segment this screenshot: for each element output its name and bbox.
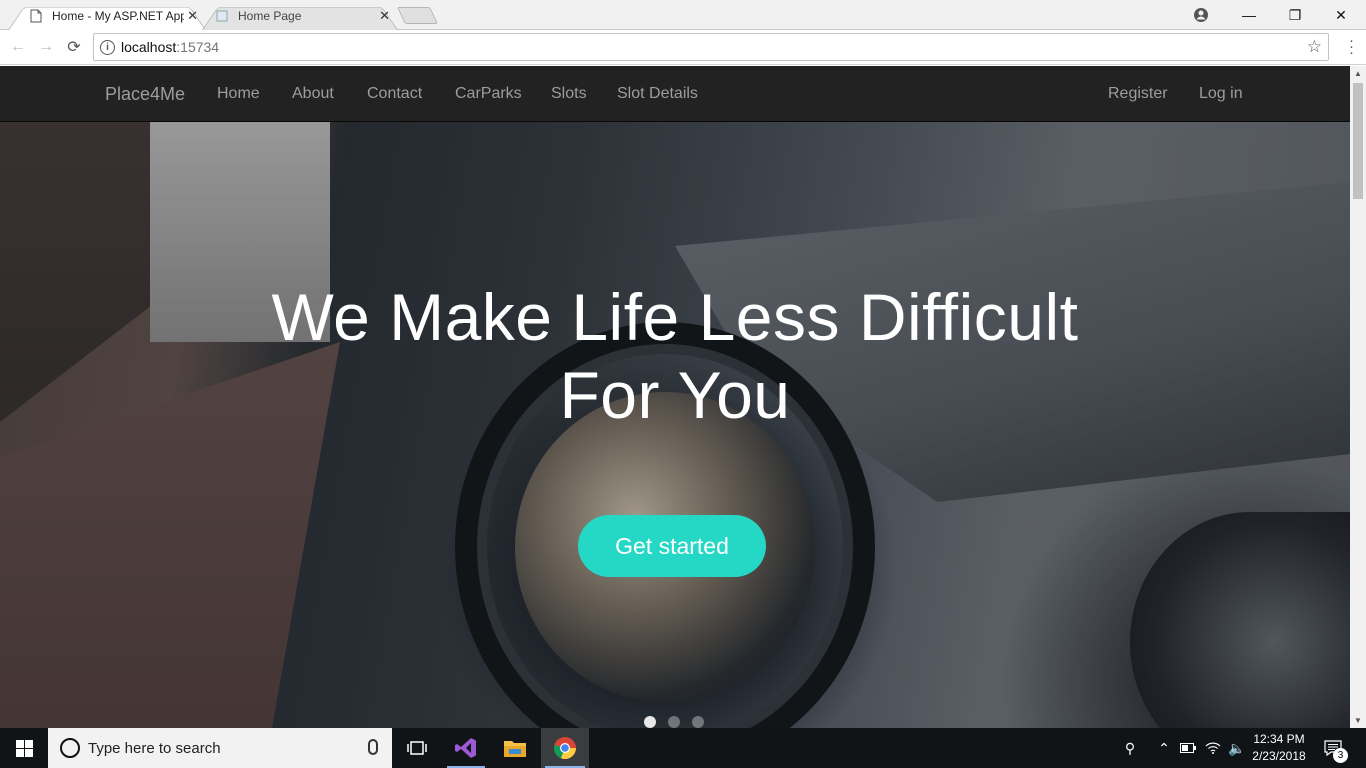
volume-icon[interactable]: 🔈 [1225,728,1249,768]
windows-start-icon[interactable] [0,728,48,768]
page-icon [30,9,42,23]
browser-toolbar: ← → ⟳ i localhost:15734 ☆ · · · [0,30,1366,65]
page-viewport: Place4Me Home About Contact CarParks Slo… [0,66,1350,728]
carousel-dot[interactable] [668,716,680,728]
nav-slot-details[interactable]: Slot Details [617,66,698,122]
browser-tab-inactive[interactable]: Home Page ✕ [202,2,398,30]
browser-tab-strip: Home - My ASP.NET App ✕ Home Page ✕ — ❐ … [0,0,1366,30]
get-started-button[interactable]: Get started [578,515,766,577]
chevron-up-icon[interactable]: ⌃ [1152,728,1176,768]
bookmark-star-icon[interactable]: ☆ [1307,37,1322,57]
scroll-up-icon[interactable]: ▲ [1354,69,1362,78]
scroll-down-icon[interactable]: ▼ [1354,716,1362,725]
page-scrollbar[interactable]: ▲ ▼ [1350,66,1366,728]
search-placeholder: Type here to search [88,739,221,757]
headline-line-1: We Make Life Less Difficult [271,280,1079,354]
address-bar[interactable]: i localhost:15734 ☆ [93,33,1329,61]
hero-carousel: We Make Life Less Difficult For You Get … [0,122,1350,728]
close-window-button[interactable]: ✕ [1318,0,1364,30]
carousel-dot[interactable] [644,716,656,728]
taskbar-clock[interactable]: 12:34 PM 2/23/2018 [1248,731,1310,765]
page-icon [216,10,228,22]
wifi-icon[interactable] [1201,728,1225,768]
info-icon[interactable]: i [100,39,115,55]
battery-icon[interactable] [1176,728,1200,768]
people-icon[interactable]: ⚲ [1118,728,1142,768]
notification-count-badge: 3 [1333,748,1348,763]
nav-about[interactable]: About [292,66,334,122]
browser-tab-active[interactable]: Home - My ASP.NET App ✕ [8,2,206,30]
close-icon[interactable]: ✕ [187,8,198,24]
cortana-icon [60,738,80,758]
brand-link[interactable]: Place4Me [105,66,185,122]
profile-icon[interactable] [1178,0,1224,30]
windows-taskbar: Type here to search ⚲ ⌃ 🔈 12:34 PM 2/23/… [0,728,1366,768]
nav-home[interactable]: Home [217,66,260,122]
nav-register[interactable]: Register [1108,66,1168,122]
headline-line-2: For You [559,358,791,432]
forward-icon[interactable]: → [36,37,56,57]
nav-login[interactable]: Log in [1199,66,1243,122]
nav-contact[interactable]: Contact [367,66,422,122]
close-icon[interactable]: ✕ [379,8,390,24]
chrome-icon[interactable] [541,728,589,768]
carousel-indicators [644,716,704,728]
back-icon[interactable]: ← [8,37,28,57]
url-port: :15734 [176,39,220,55]
scrollbar-thumb[interactable] [1353,83,1363,199]
hero-headline: We Make Life Less Difficult For You [0,278,1350,434]
nav-carparks[interactable]: CarParks [455,66,522,122]
minimize-button[interactable]: — [1226,0,1272,30]
microphone-icon[interactable] [368,739,378,755]
carousel-dot[interactable] [692,716,704,728]
reload-icon[interactable]: ⟳ [64,37,84,57]
task-view-icon[interactable] [395,728,439,768]
site-navbar: Place4Me Home About Contact CarParks Slo… [0,66,1350,122]
nav-slots[interactable]: Slots [551,66,587,122]
visual-studio-icon[interactable] [443,728,489,768]
file-explorer-icon[interactable] [492,728,538,768]
restore-button[interactable]: ❐ [1272,0,1318,30]
tab-title: Home Page [238,9,302,23]
clock-time: 12:34 PM [1253,732,1305,746]
tab-title: Home - My ASP.NET App [52,9,184,23]
menu-icon[interactable]: · · · [1349,33,1354,60]
clock-date: 2/23/2018 [1252,749,1306,763]
taskbar-search-box[interactable]: Type here to search [48,728,392,768]
url-host: localhost [121,39,177,55]
new-tab-button[interactable] [397,7,438,24]
